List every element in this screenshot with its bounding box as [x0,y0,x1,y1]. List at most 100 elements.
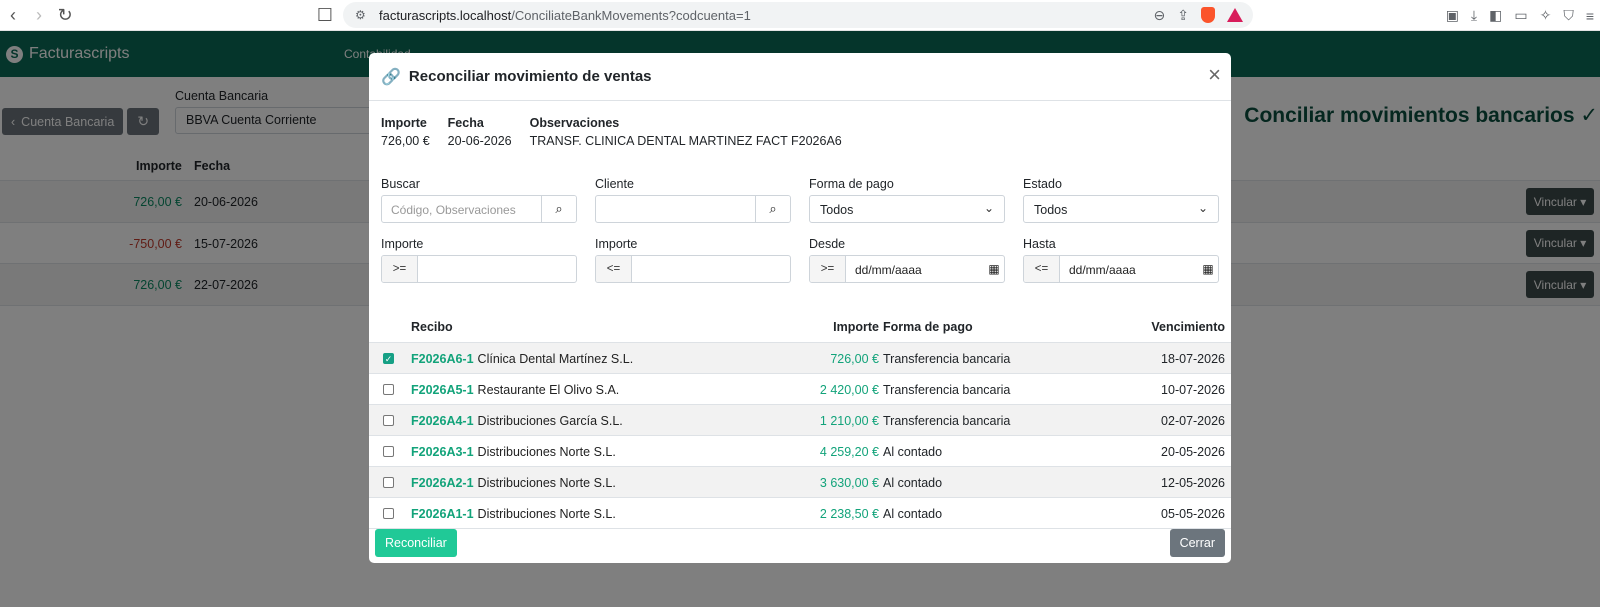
calendar-icon[interactable]: ▦ [984,256,1004,282]
bookmark-icon[interactable]: ☐ [312,2,338,28]
cliente-label: Cliente [595,177,634,191]
importe-max-group: <= [595,255,791,283]
buscar-search-button[interactable]: ⌕ [541,196,576,222]
summary-obs-value: TRANSF. CLINICA DENTAL MARTINEZ FACT F20… [529,134,842,148]
receipt-client: Distribuciones García S.L. [477,414,623,428]
brave-rewards-icon[interactable] [1227,8,1243,22]
table-row: F2026A3-1 Distribuciones Norte S.L. 4 259,… [369,436,1231,467]
estado-select[interactable]: Todos ⌄ [1023,195,1219,223]
download-icon[interactable]: ⤓ [1471,7,1477,24]
col-importe: Importe [833,320,879,334]
receipt-payment: Al contado [883,445,943,459]
receipt-checkbox[interactable] [383,384,394,395]
importe-min-group: >= [381,255,577,283]
receipt-due: 20-05-2026 [1161,445,1225,459]
menu-icon[interactable]: ≡ [1586,8,1594,24]
chevron-down-icon: ⌄ [1197,201,1208,215]
filters-panel: Buscar Código, Observaciones ⌕ Cliente ⌕… [381,177,1221,297]
back-arrow-icon[interactable]: ‹ [0,2,26,28]
receipt-checkbox[interactable] [383,477,394,488]
receipt-due: 10-07-2026 [1161,383,1225,397]
receipt-payment: Al contado [883,507,943,521]
receipt-code[interactable]: F2026A4-1 [411,414,474,428]
forma-pago-select[interactable]: Todos ⌄ [809,195,1005,223]
hasta-date-input[interactable]: dd/mm/aaaa [1060,256,1198,282]
importe-min-input[interactable] [418,256,576,282]
desde-date-input[interactable]: dd/mm/aaaa [846,256,984,282]
receipt-checkbox[interactable] [383,415,394,426]
receipt-due: 02-07-2026 [1161,414,1225,428]
buscar-label: Buscar [381,177,420,191]
calendar-icon[interactable]: ▦ [1198,256,1218,282]
vpn-icon[interactable]: ⛉ [1563,7,1574,24]
forma-pago-value: Todos [820,203,854,217]
address-bar[interactable]: ⚙ facturascripts.localhost/ConciliateBan… [343,2,1253,28]
receipts-table-header: Recibo Importe Forma de pago Vencimiento [369,311,1231,343]
cliente-search-button[interactable]: ⌕ [755,196,790,222]
wallet-icon[interactable]: ▭ [1514,7,1527,24]
summary-importe-value: 726,00 € [381,134,430,148]
hasta-group: <= dd/mm/aaaa ▦ [1023,255,1219,283]
reconcile-modal: 🔗 Reconciliar movimiento de ventas × Imp… [369,53,1231,563]
close-icon[interactable]: × [1208,64,1221,86]
zoom-icon[interactable]: ⊖ [1154,7,1166,24]
hasta-label: Hasta [1023,237,1056,251]
receipt-amount: 2 238,50 € [819,507,879,521]
receipt-payment: Transferencia bancaria [883,383,1011,397]
receipt-due: 12-05-2026 [1161,476,1225,490]
modal-title: Reconciliar movimiento de ventas [408,68,652,85]
summary-obs-label: Observaciones [529,116,620,130]
receipt-payment: Transferencia bancaria [883,352,1011,366]
receipt-code-link[interactable]: F2026A3-1 Distribuciones Norte S.L. [411,445,616,459]
receipt-client: Distribuciones Norte S.L. [477,445,616,459]
receipt-checkbox[interactable] [383,446,394,457]
importe-max-input[interactable] [632,256,790,282]
desde-prefix: >= [810,256,846,282]
buscar-group: Código, Observaciones ⌕ [381,195,577,223]
receipt-checkbox[interactable]: ✓ [383,353,394,364]
reader-mode-icon[interactable]: ▣ [1446,7,1459,24]
receipt-due: 18-07-2026 [1161,352,1225,366]
reload-icon[interactable]: ↻ [52,2,78,28]
search-icon: ⌕ [555,201,563,216]
receipt-code[interactable]: F2026A5-1 [411,383,474,397]
receipt-client: Distribuciones Norte S.L. [477,507,616,521]
link-icon: 🔗 [381,68,401,86]
receipt-checkbox[interactable] [383,508,394,519]
brave-shields-icon[interactable] [1201,7,1215,23]
desde-group: >= dd/mm/aaaa ▦ [809,255,1005,283]
share-icon[interactable]: ⇪ [1177,7,1189,24]
receipt-amount: 3 630,00 € [819,476,879,490]
url-host: facturascripts.localhost [379,7,512,23]
importe-max-label: Importe [595,237,638,251]
table-row: F2026A5-1 Restaurante El Olivo S.A. 2 420,… [369,374,1231,405]
receipt-client: Clínica Dental Martínez S.L. [477,352,634,366]
summary-fecha-label: Fecha [447,116,484,130]
search-icon: ⌕ [769,201,777,216]
receipt-code[interactable]: F2026A3-1 [411,445,474,459]
receipt-code[interactable]: F2026A2-1 [411,476,474,490]
receipt-code-link[interactable]: F2026A4-1 Distribuciones García S.L. [411,414,623,428]
forward-arrow-icon[interactable]: › [26,2,52,28]
receipt-code-link[interactable]: F2026A2-1 Distribuciones Norte S.L. [411,476,616,490]
receipt-code[interactable]: F2026A6-1 [411,352,474,366]
receipt-code-link[interactable]: F2026A5-1 Restaurante El Olivo S.A. [411,383,619,397]
sidebar-icon[interactable]: ◧ [1489,7,1502,24]
receipt-amount: 2 420,00 € [819,383,879,397]
receipt-code-link[interactable]: F2026A6-1 Clínica Dental Martínez S.L. [411,352,633,366]
receipt-code-link[interactable]: F2026A1-1 Distribuciones Norte S.L. [411,507,616,521]
receipt-amount: 4 259,20 € [819,445,879,459]
col-forma-pago: Forma de pago [883,320,973,334]
cliente-input[interactable] [596,196,755,222]
receipt-client: Restaurante El Olivo S.A. [477,383,620,397]
receipt-code[interactable]: F2026A1-1 [411,507,474,521]
leo-ai-icon[interactable]: ✧ [1540,7,1552,24]
site-settings-icon[interactable]: ⚙ [355,8,369,22]
desde-label: Desde [809,237,846,251]
reconciliar-button[interactable]: Reconciliar [375,529,457,557]
buscar-input[interactable]: Código, Observaciones [382,196,541,222]
table-row: F2026A1-1 Distribuciones Norte S.L. 2 238,… [369,498,1231,529]
col-recibo: Recibo [411,320,453,334]
cerrar-button[interactable]: Cerrar [1169,529,1225,557]
receipt-due: 05-05-2026 [1161,507,1225,521]
